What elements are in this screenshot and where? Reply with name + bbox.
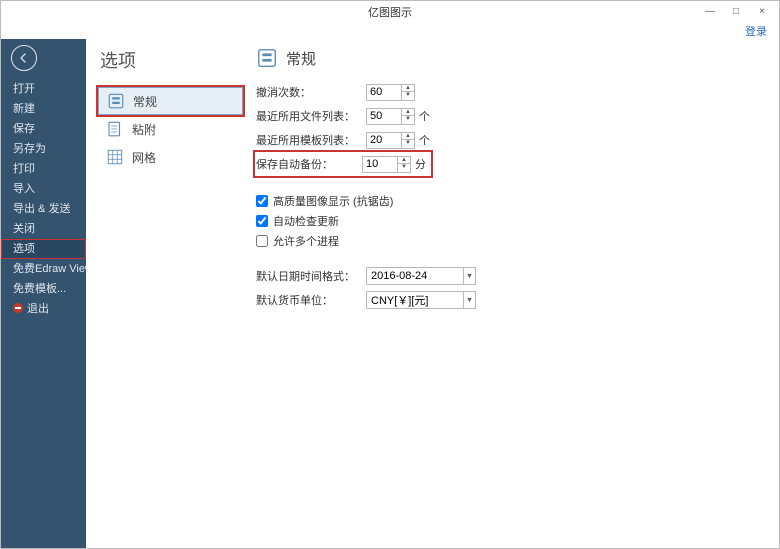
recent-input[interactable]: [367, 109, 401, 124]
autosave-spinner[interactable]: ▲▼: [362, 156, 411, 173]
undo-down[interactable]: ▼: [402, 92, 414, 100]
window-minimize-button[interactable]: —: [697, 1, 723, 21]
category-grid[interactable]: 网格: [98, 143, 243, 171]
autosave-label: 保存自动备份：: [256, 156, 362, 172]
autosave-up[interactable]: ▲: [398, 157, 410, 165]
sidebar-item-viewer[interactable]: 免费Edraw Viewer: [1, 259, 86, 279]
autosave-down[interactable]: ▼: [398, 164, 410, 172]
tpl-label: 最近所用模板列表：: [256, 132, 366, 148]
category-snap-label: 粘附: [132, 121, 156, 138]
page-title: 选项: [86, 39, 246, 87]
multiproc-label: 允许多个进程: [273, 233, 339, 249]
back-button[interactable]: [11, 45, 37, 71]
back-arrow-icon: [18, 52, 30, 64]
category-grid-label: 网格: [132, 149, 156, 166]
sidebar-item-exit[interactable]: 退出: [1, 299, 86, 319]
undo-spinner[interactable]: ▲▼: [366, 84, 415, 101]
login-link[interactable]: 登录: [745, 26, 767, 38]
date-input[interactable]: [367, 268, 463, 284]
update-checkbox[interactable]: [256, 215, 268, 227]
recent-down[interactable]: ▼: [402, 116, 414, 124]
hq-label: 高质量图像显示 (抗锯齿): [273, 193, 393, 209]
recent-label: 最近所用文件列表：: [256, 108, 366, 124]
recent-up[interactable]: ▲: [402, 109, 414, 117]
window-maximize-button[interactable]: □: [723, 1, 749, 21]
sidebar-item-saveas[interactable]: 另存为: [1, 139, 86, 159]
date-label: 默认日期时间格式：: [256, 268, 366, 284]
undo-label: 撤消次数：: [256, 84, 366, 100]
currency-input[interactable]: [367, 292, 463, 308]
sidebar-item-templates[interactable]: 免费模板...: [1, 279, 86, 299]
recent-spinner[interactable]: ▲▼: [366, 108, 415, 125]
app-title: 亿图图示: [368, 4, 412, 20]
category-general[interactable]: 常规: [98, 87, 243, 115]
category-general-label: 常规: [133, 93, 157, 110]
general-icon: [107, 92, 125, 110]
sidebar-item-options[interactable]: 选项: [1, 239, 86, 259]
recent-suffix: 个: [419, 108, 430, 124]
sidebar-item-exit-label: 退出: [27, 303, 49, 315]
sidebar-item-save[interactable]: 保存: [1, 119, 86, 139]
hq-checkbox[interactable]: [256, 195, 268, 207]
currency-dropdown-icon[interactable]: ▼: [463, 292, 475, 308]
date-dropdown-icon[interactable]: ▼: [463, 268, 475, 284]
autosave-row: 保存自动备份： ▲▼ 分: [256, 153, 430, 175]
multiproc-checkbox[interactable]: [256, 235, 268, 247]
tpl-input[interactable]: [367, 133, 401, 148]
currency-combo[interactable]: ▼: [366, 291, 476, 309]
exit-icon: [13, 303, 23, 313]
date-combo[interactable]: ▼: [366, 267, 476, 285]
tpl-down[interactable]: ▼: [402, 140, 414, 148]
category-snap[interactable]: 粘附: [98, 115, 243, 143]
tpl-up[interactable]: ▲: [402, 133, 414, 141]
autosave-input[interactable]: [363, 157, 397, 172]
autosave-suffix: 分: [415, 156, 426, 172]
sidebar-item-print[interactable]: 打印: [1, 159, 86, 179]
update-label: 自动检查更新: [273, 213, 339, 229]
section-icon: [256, 47, 278, 69]
sidebar-item-new[interactable]: 新建: [1, 99, 86, 119]
sidebar-item-open[interactable]: 打开: [1, 79, 86, 99]
undo-input[interactable]: [367, 85, 401, 100]
window-close-button[interactable]: ×: [749, 1, 775, 21]
section-title: 常规: [286, 48, 316, 69]
sidebar: 打开 新建 保存 另存为 打印 导入 导出 & 发送 关闭 选项 免费Edraw…: [1, 39, 86, 548]
sidebar-item-export[interactable]: 导出 & 发送: [1, 199, 86, 219]
sidebar-item-import[interactable]: 导入: [1, 179, 86, 199]
tpl-suffix: 个: [419, 132, 430, 148]
tpl-spinner[interactable]: ▲▼: [366, 132, 415, 149]
currency-label: 默认货币单位：: [256, 292, 366, 308]
grid-icon: [106, 148, 124, 166]
undo-up[interactable]: ▲: [402, 85, 414, 93]
sidebar-item-close[interactable]: 关闭: [1, 219, 86, 239]
snap-icon: [106, 120, 124, 138]
